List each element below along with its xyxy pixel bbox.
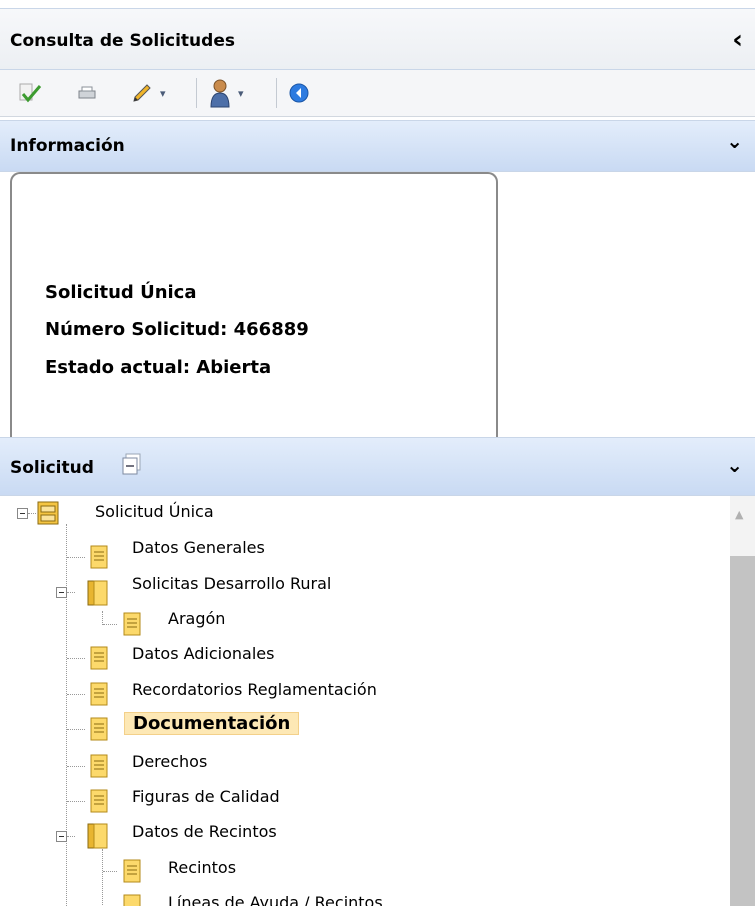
back-circle-icon (289, 83, 309, 103)
solicitud-number: Número Solicitud: 466889 (45, 319, 309, 340)
tree-connector (103, 624, 117, 625)
tree-node-aragon[interactable]: Aragón (168, 609, 225, 628)
tree-node-datos-adicionales[interactable]: Datos Adicionales (132, 644, 274, 663)
user-icon (210, 79, 230, 108)
chevron-down-icon[interactable]: ⌄ (726, 455, 743, 475)
tree-connector (102, 611, 103, 625)
solicitud-status: Estado actual: Abierta (45, 357, 272, 378)
tree-connector (67, 836, 75, 837)
cabinet-icon (37, 501, 59, 525)
info-panel-body: Solicitud Única Número Solicitud: 466889… (0, 172, 755, 437)
scroll-up-arrow-icon[interactable]: ▲ (735, 508, 743, 521)
edit-button[interactable]: ▾ (130, 80, 166, 106)
tree-connector (67, 557, 85, 558)
back-button[interactable] (288, 80, 310, 106)
tree-node-recordatorios-reglamentacion[interactable]: Recordatorios Reglamentación (132, 680, 377, 699)
tree-connector (67, 801, 85, 802)
tree-connector (28, 513, 36, 514)
tree-connector (67, 729, 85, 730)
app-header: Consulta de Solicitudes ‹ (0, 8, 755, 70)
validate-icon (19, 83, 42, 103)
solicitud-type: Solicitud Única (45, 282, 197, 303)
tree-connector (67, 694, 85, 695)
document-icon (123, 612, 141, 636)
document-icon (123, 859, 141, 883)
app-title: Consulta de Solicitudes (10, 31, 235, 51)
chevron-down-icon: ▾ (238, 86, 244, 100)
tree-collapse-toggle[interactable] (17, 508, 28, 519)
tree-node-solicitas-desarrollo-rural[interactable]: Solicitas Desarrollo Rural (132, 574, 331, 593)
document-icon (123, 894, 141, 906)
print-icon (78, 86, 96, 99)
print-button[interactable] (76, 80, 98, 106)
document-icon (90, 646, 108, 670)
tree-panel-title: Solicitud (10, 458, 94, 478)
chevron-down-icon: ▾ (160, 86, 166, 100)
toolbar-separator (196, 78, 197, 108)
collapse-all-icon[interactable] (120, 452, 146, 482)
book-icon (87, 580, 108, 606)
tree-node-documentacion[interactable]: Documentación (124, 712, 300, 735)
tree-connector (102, 849, 103, 906)
info-panel-header[interactable]: Información ⌄ (0, 120, 755, 172)
tree-node-derechos[interactable]: Derechos (132, 752, 207, 771)
document-icon (90, 789, 108, 813)
tree-connector (66, 524, 67, 906)
tree-panel-header[interactable]: Solicitud ⌄ (0, 437, 755, 496)
tree-connector (67, 658, 85, 659)
document-icon (90, 682, 108, 706)
tree-node-datos-generales[interactable]: Datos Generales (132, 538, 265, 557)
document-icon (90, 754, 108, 778)
toolbar-separator (276, 78, 277, 108)
tree-node-solicitud-unica[interactable]: Solicitud Única (95, 502, 214, 521)
tree-node-datos-de-recintos[interactable]: Datos de Recintos (132, 822, 277, 841)
edit-pen-icon (133, 84, 151, 102)
tree-connector (67, 766, 85, 767)
tree-connector (67, 592, 75, 593)
tree-collapse-toggle[interactable] (56, 587, 67, 598)
validate-button[interactable] (16, 80, 44, 106)
tree-node-recintos[interactable]: Recintos (168, 858, 236, 877)
info-panel-title: Información (10, 136, 125, 156)
collapse-panel-button[interactable]: ‹ (732, 27, 743, 53)
tree-collapse-toggle[interactable] (56, 831, 67, 842)
scrollbar-thumb[interactable] (730, 556, 755, 906)
info-card: Solicitud Única Número Solicitud: 466889… (10, 172, 498, 437)
book-icon (87, 823, 108, 849)
tree-node-figuras-de-calidad[interactable]: Figuras de Calidad (132, 787, 280, 806)
chevron-down-icon[interactable]: ⌄ (726, 131, 743, 151)
document-icon (90, 545, 108, 569)
tree-connector (103, 871, 117, 872)
tree-view: ▲ Solicitud Única Datos Generales Solici… (0, 496, 755, 906)
tree-node-lineas-de-ayuda-recintos[interactable]: Líneas de Ayuda / Recintos (168, 893, 383, 906)
document-icon (90, 717, 108, 741)
toolbar: ▾ ▾ (0, 70, 755, 117)
user-menu-button[interactable]: ▾ (208, 79, 244, 108)
